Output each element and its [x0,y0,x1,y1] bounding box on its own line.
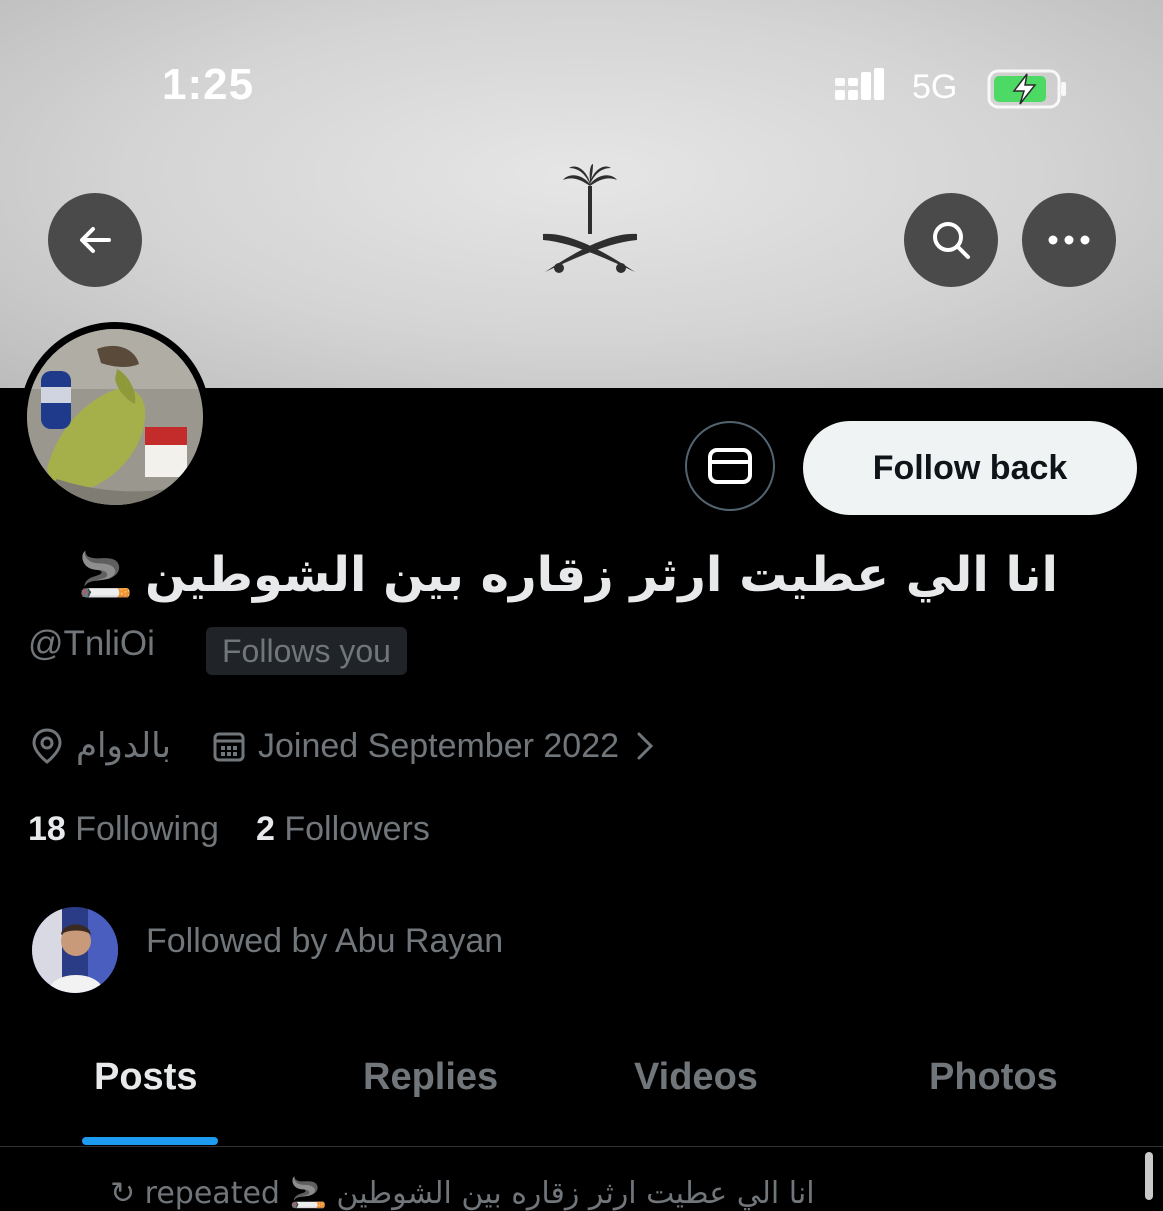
location-text: بالدوام [76,726,171,766]
active-tab-indicator [82,1137,218,1145]
tab-videos[interactable]: Videos [634,1056,758,1099]
display-name-row: 🚬 انا الي عطيت ارثر زقاره بين الشوطين [28,540,1058,610]
envelope-icon [708,448,752,484]
scrollbar[interactable] [1145,1152,1153,1200]
arrow-left-icon [80,227,111,253]
location: بالدوام [30,724,171,768]
more-options-button[interactable] [1022,193,1116,287]
following-count-link[interactable]: 18 Following [28,810,219,849]
followers-count: 2 [256,810,275,848]
follows-you-badge: Follows you [206,627,407,675]
chevron-right-icon [637,732,654,760]
calendar-icon [213,732,245,762]
followed-by-text[interactable]: Followed by Abu Rayan [146,922,503,961]
battery-charging-icon [987,69,1066,109]
follow-back-button[interactable]: Follow back [803,421,1137,515]
tab-photos[interactable]: Photos [929,1056,1058,1099]
location-pin-icon [32,728,62,764]
more-horizontal-icon [1048,235,1090,245]
display-name: انا الي عطيت ارثر زقاره بين الشوطين [144,547,1058,603]
followers-count-link[interactable]: 2 Followers [256,810,430,849]
joined-date[interactable]: Joined September 2022 [212,724,657,768]
search-icon [933,222,970,259]
tab-posts[interactable]: Posts [94,1056,197,1099]
profile-handle: @TnliOi [28,624,155,663]
following-label: Following [75,810,219,848]
avatar-image [27,329,203,505]
network-type: 5G [912,68,958,106]
followers-label: Followers [284,810,430,848]
tabs-divider [0,1146,1163,1147]
cellular-signal-icon [835,68,884,100]
following-count: 18 [28,810,66,848]
joined-text: Joined September 2022 [258,726,620,765]
back-button[interactable] [48,193,142,287]
status-time: 1:25 [162,60,255,109]
search-button[interactable] [904,193,998,287]
profile-avatar[interactable] [20,322,210,512]
saudi-emblem-icon [543,164,637,273]
mutual-follower-avatar[interactable] [32,907,118,993]
repost-header: ↻ repeated 🚬 انا الي عطيت ارثر زقاره بين… [110,1176,815,1211]
message-button[interactable] [685,421,775,511]
cigarette-emoji: 🚬 [78,550,133,601]
tab-replies[interactable]: Replies [363,1056,498,1099]
profile-banner[interactable]: 1:25 5G [0,0,1163,388]
